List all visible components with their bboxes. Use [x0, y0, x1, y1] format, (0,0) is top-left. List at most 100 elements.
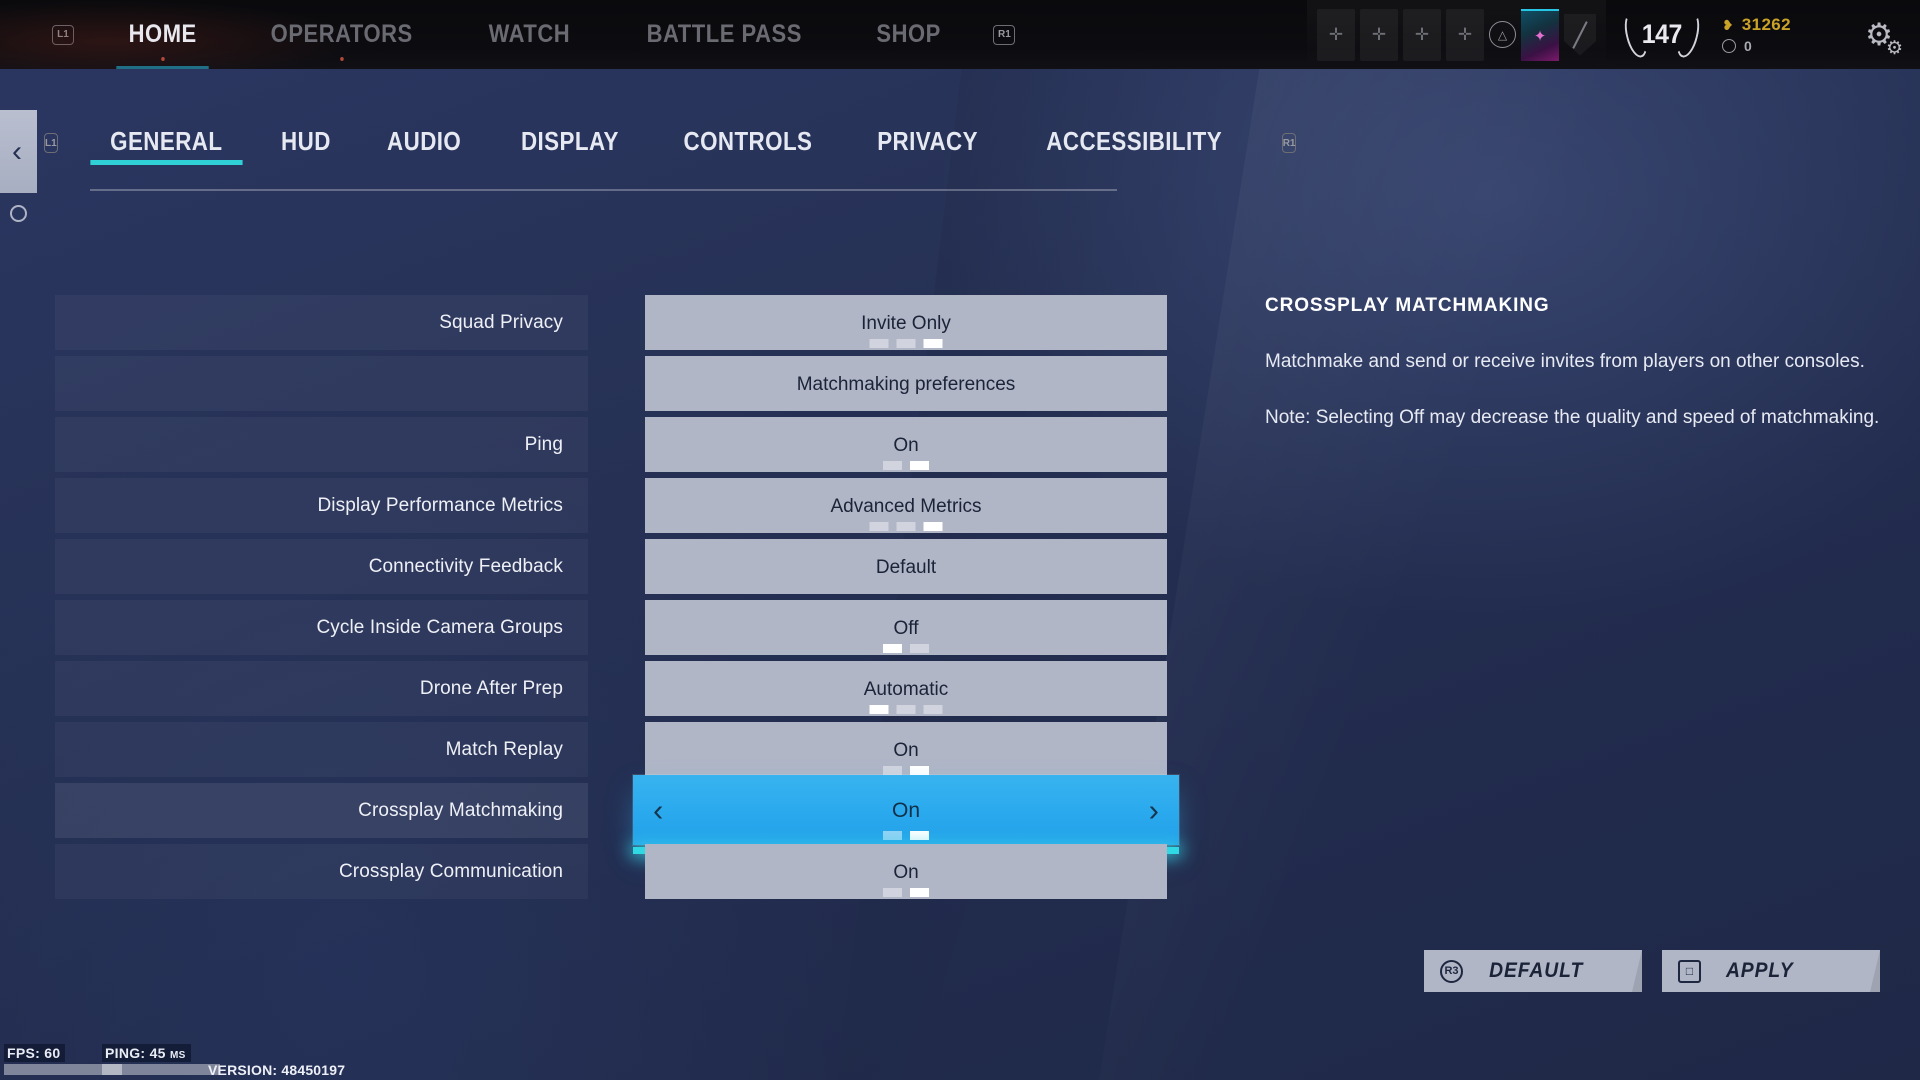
settings-row-value[interactable]: On [645, 417, 1167, 472]
tab-label: HUD [281, 125, 332, 156]
loadout-slot-4[interactable]: ✛ [1446, 8, 1484, 61]
settings-row-option-indicator [869, 522, 943, 531]
option-indicator-segment [896, 705, 916, 714]
option-indicator-segment [869, 522, 889, 531]
settings-row[interactable]: Connectivity Feedback Default [55, 539, 1167, 594]
settings-row-value[interactable]: Advanced Metrics [645, 478, 1167, 533]
nav-item-battle-pass[interactable]: BATTLE PASS [620, 0, 828, 69]
settings-row-value-text: Invite Only [861, 313, 951, 334]
option-indicator-segment [896, 522, 916, 531]
chevron-right-icon[interactable]: › [1149, 795, 1159, 826]
settings-row[interactable]: Crossplay Matchmaking ‹ › On [55, 775, 1179, 854]
loadout-slots: ✛ ✛ ✛ ✛ △ ✦ [1307, 0, 1606, 69]
tab-hud[interactable]: HUD [262, 118, 351, 164]
nav-item-label: WATCH [488, 20, 571, 48]
level-number: 147 [1641, 19, 1683, 49]
tab-audio[interactable]: AUDIO [367, 118, 481, 164]
back-button[interactable]: ‹ [0, 110, 37, 193]
tab-general[interactable]: GENERAL [90, 118, 242, 165]
settings-row[interactable]: Squad Privacy Invite Only [55, 295, 1167, 350]
settings-button[interactable]: ⚙ ⚙ [1838, 0, 1920, 69]
chevron-left-icon[interactable]: ‹ [653, 795, 663, 826]
fps-label: FPS: 60 [4, 1044, 66, 1062]
tab-l1-bumper-icon: L1 [44, 133, 58, 153]
nav-item-watch[interactable]: WATCH [462, 0, 596, 69]
settings-row-value[interactable]: On [645, 722, 1167, 777]
settings-row[interactable]: Cycle Inside Camera Groups Off [55, 600, 1167, 655]
settings-row[interactable]: Display Performance Metrics Advanced Metr… [55, 478, 1167, 533]
settings-tabbar: L1 GENERAL HUD AUDIO DISPLAY CONTROLS PR… [44, 108, 1297, 165]
currency-gold-row: ❥ 31262 [1722, 15, 1826, 35]
nav-notification-dot [160, 57, 165, 61]
settings-row-value-text: On [893, 740, 919, 761]
header-right-cluster: ✛ ✛ ✛ ✛ △ ✦ 147 ❥ 31262 0 ⚙ ⚙ [1307, 0, 1920, 69]
settings-row-label: Drone After Prep [419, 677, 563, 699]
default-button[interactable]: R3 DEFAULT [1424, 950, 1642, 992]
settings-row[interactable]: Match Replay On [55, 722, 1167, 777]
option-indicator-segment [923, 522, 943, 531]
nav-item-label: SHOP [876, 20, 942, 48]
plus-icon: ✛ [1328, 25, 1344, 44]
loadout-slot-3[interactable]: ✛ [1403, 8, 1441, 61]
settings-row[interactable]: Drone After Prep Automatic [55, 661, 1167, 716]
description-panel: CROSSPLAY MATCHMAKING Matchmake and send… [1265, 295, 1920, 460]
settings-row[interactable]: Ping On [55, 417, 1167, 472]
tab-r1-bumper-icon: R1 [1281, 133, 1297, 153]
main-header: L1 HOME OPERATORS WATCH BATTLE PASS SHOP… [0, 0, 1920, 69]
tab-label: CONTROLS [683, 125, 813, 156]
tab-accessibility[interactable]: ACCESSIBILITY [1027, 118, 1242, 164]
settings-row-label-container: Cycle Inside Camera Groups [55, 600, 588, 655]
tabbar-divider [90, 189, 1117, 191]
settings-row-label-container: Ping [55, 417, 588, 472]
settings-row-option-indicator [883, 766, 929, 775]
settings-row-value[interactable]: Matchmaking preferences [645, 356, 1167, 411]
triangle-icon[interactable]: △ [1489, 21, 1516, 48]
ping-indicator: PING: 45 MS [102, 1044, 220, 1075]
apply-button[interactable]: □ APPLY [1662, 950, 1880, 992]
nav-item-shop[interactable]: SHOP [850, 0, 967, 69]
option-indicator-segment [910, 831, 929, 840]
settings-row-value[interactable]: Off [645, 600, 1167, 655]
settings-row-value-text: Advanced Metrics [830, 496, 982, 517]
settings-row-label: Ping [524, 433, 563, 455]
nav-item-operators[interactable]: OPERATORS [245, 0, 440, 69]
loadout-slot-2[interactable]: ✛ [1360, 8, 1398, 61]
tab-controls[interactable]: CONTROLS [664, 118, 832, 164]
player-card-icon[interactable]: ✦ [1521, 8, 1559, 61]
settings-row-value[interactable]: Automatic [645, 661, 1167, 716]
currency-gold-value: 31262 [1741, 15, 1792, 34]
status-bar: FPS: 60 PING: 45 MS VERSION: 48450197 [0, 1044, 1920, 1080]
settings-row-value[interactable]: ‹ › On [633, 775, 1179, 845]
shield-icon[interactable] [1564, 13, 1596, 56]
nav-item-home[interactable]: HOME [102, 0, 223, 69]
settings-row-value[interactable]: On [645, 844, 1167, 899]
back-circle-icon [10, 205, 27, 222]
plus-icon: ✛ [1371, 25, 1387, 44]
description-paragraph-2: Note: Selecting Off may decrease the qua… [1265, 406, 1880, 428]
back-chevron-icon: ‹ [12, 134, 22, 168]
settings-row-option-indicator [869, 339, 943, 348]
settings-row-label-container: Squad Privacy [55, 295, 588, 350]
button-edge [1632, 950, 1642, 992]
default-button-label: DEFAULT [1489, 959, 1584, 982]
settings-row-label-container: Drone After Prep [55, 661, 588, 716]
settings-row-value[interactable]: Default [645, 539, 1167, 594]
tab-privacy[interactable]: PRIVACY [858, 118, 998, 164]
loadout-slot-1[interactable]: ✛ [1317, 8, 1355, 61]
version-label: VERSION: 48450197 [208, 1062, 346, 1078]
option-indicator-segment [883, 461, 902, 470]
settings-list: Squad Privacy Invite Only Matchmaking pref… [55, 295, 1179, 905]
currency-credits-value: 0 [1744, 38, 1752, 54]
settings-row-option-indicator [883, 461, 929, 470]
tab-display[interactable]: DISPLAY [502, 118, 639, 164]
settings-row[interactable]: Matchmaking preferences [55, 356, 1167, 411]
nav-item-label: OPERATORS [271, 20, 414, 48]
settings-row[interactable]: Crossplay Communication On [55, 844, 1167, 899]
settings-row-value[interactable]: Invite Only [645, 295, 1167, 350]
settings-row-option-indicator [883, 888, 929, 897]
nav-item-label: BATTLE PASS [646, 20, 802, 48]
option-indicator-segment [923, 705, 943, 714]
settings-row-option-indicator [869, 705, 943, 714]
option-indicator-segment [910, 766, 929, 775]
option-indicator-segment [923, 339, 943, 348]
